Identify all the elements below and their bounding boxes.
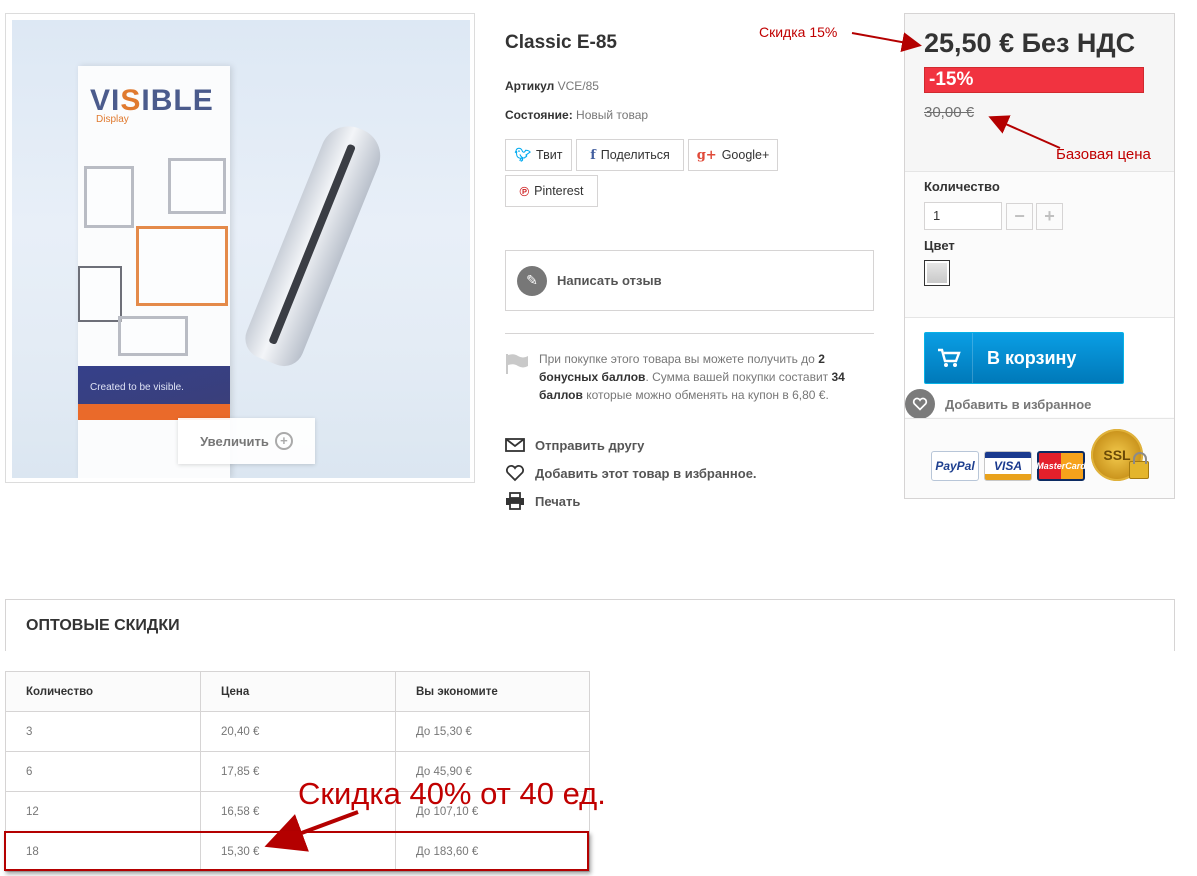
table-row: 18 15,30 € До 183,60 € bbox=[5, 831, 590, 872]
banner-decor bbox=[78, 266, 122, 322]
pencil-icon: ✎ bbox=[517, 265, 547, 296]
send-to-friend-link[interactable]: Отправить другу bbox=[505, 436, 644, 454]
paypal-logo: PayPal bbox=[931, 451, 979, 481]
annotation-bulk-discount: Скидка 40% от 40 ед. bbox=[298, 776, 606, 811]
condition-label: Состояние: bbox=[505, 108, 573, 122]
current-price: 25,50 € Без НДС bbox=[924, 28, 1136, 58]
print-link[interactable]: Печать bbox=[505, 492, 580, 510]
color-label: Цвет bbox=[924, 238, 955, 253]
rollup-banner: VISIBLE Display Created to be visible. bbox=[78, 66, 230, 478]
zoom-in-icon: + bbox=[274, 432, 293, 450]
minus-icon: − bbox=[1014, 206, 1025, 226]
banner-logo-sub: Display bbox=[96, 114, 129, 125]
flag-icon bbox=[506, 354, 528, 374]
price-panel: 25,50 € Без НДС -15% 30,00 € Количество … bbox=[904, 13, 1175, 499]
table-row: 3 20,40 € До 15,30 € bbox=[5, 711, 590, 752]
rollup-cassette bbox=[239, 117, 389, 373]
zoom-label: Увеличить bbox=[200, 433, 269, 449]
share-google-button[interactable]: g+ Google+ bbox=[688, 139, 778, 171]
sku-label: Артикул bbox=[505, 79, 555, 93]
facebook-icon: f bbox=[590, 147, 596, 163]
annotation-discount: Скидка 15% bbox=[759, 24, 838, 40]
cell-quantity: 18 bbox=[5, 831, 201, 872]
column-header-quantity: Количество bbox=[5, 671, 201, 712]
heart-icon bbox=[905, 389, 935, 419]
google-plus-icon: g+ bbox=[696, 147, 717, 163]
cell-savings: До 183,60 € bbox=[395, 831, 590, 872]
cell-price: 15,30 € bbox=[200, 831, 396, 872]
table-header-row: Количество Цена Вы экономите bbox=[5, 671, 590, 712]
quantity-decrease-button[interactable]: − bbox=[1006, 203, 1033, 230]
sku-value: VCE/85 bbox=[557, 79, 599, 93]
twitter-icon: 🐦︎ bbox=[514, 147, 532, 162]
product-image-frame[interactable]: VISIBLE Display Created to be visible. У… bbox=[5, 13, 475, 483]
cell-quantity: 12 bbox=[5, 791, 201, 832]
pinterest-icon: ℗ bbox=[519, 183, 530, 199]
cell-price: 20,40 € bbox=[200, 711, 396, 752]
banner-decor bbox=[136, 226, 228, 306]
share-pinterest-button[interactable]: ℗ Pinterest bbox=[505, 175, 598, 207]
share-facebook-button[interactable]: f Поделиться bbox=[576, 139, 684, 171]
old-price: 30,00 € bbox=[924, 104, 975, 121]
divider bbox=[505, 333, 874, 334]
heart-icon bbox=[506, 465, 524, 482]
share-twitter-button[interactable]: 🐦︎ Твит bbox=[505, 139, 572, 171]
product-condition: Состояние: Новый товар bbox=[505, 108, 648, 122]
quantity-increase-button[interactable]: + bbox=[1036, 203, 1063, 230]
product-image[interactable]: VISIBLE Display Created to be visible. У… bbox=[12, 20, 470, 478]
cell-savings: До 15,30 € bbox=[395, 711, 590, 752]
column-header-price: Цена bbox=[200, 671, 396, 712]
banner-footer: Created to be visible. bbox=[78, 366, 230, 404]
wholesale-section-header: ОПТОВЫЕ СКИДКИ bbox=[5, 599, 1175, 651]
quantity-input[interactable]: 1 bbox=[924, 202, 1002, 230]
discount-badge: -15% bbox=[924, 67, 1144, 93]
banner-decor bbox=[84, 166, 134, 228]
banner-decor bbox=[118, 316, 188, 356]
banner-logo: VISIBLE bbox=[90, 84, 214, 117]
cart-icon bbox=[925, 333, 973, 383]
add-to-wishlist-link[interactable]: Добавить этот товар в избранное. bbox=[505, 464, 757, 482]
visa-logo: VISA bbox=[984, 451, 1032, 481]
lock-icon bbox=[1129, 452, 1149, 479]
payment-logos: PayPal VISA MasterCard SSL bbox=[905, 418, 1174, 498]
annotation-base-price: Базовая цена bbox=[1056, 146, 1151, 163]
color-swatch-silver[interactable] bbox=[924, 260, 950, 286]
wholesale-title: ОПТОВЫЕ СКИДКИ bbox=[26, 617, 180, 634]
column-header-savings: Вы экономите bbox=[395, 671, 590, 712]
write-review-button[interactable]: ✎ Написать отзыв bbox=[505, 250, 874, 311]
mastercard-logo: MasterCard bbox=[1036, 451, 1086, 481]
cell-quantity: 3 bbox=[5, 711, 201, 752]
add-to-cart-button[interactable]: В корзину bbox=[924, 332, 1124, 384]
envelope-icon bbox=[505, 438, 525, 452]
printer-icon bbox=[506, 492, 524, 510]
add-to-favorites-button[interactable]: Добавить в избранное bbox=[905, 389, 1091, 419]
zoom-button[interactable]: Увеличить + bbox=[178, 418, 315, 464]
plus-icon: + bbox=[1044, 206, 1055, 226]
loyalty-program: При покупке этого товара вы можете получ… bbox=[505, 350, 877, 404]
condition-value: Новый товар bbox=[576, 108, 649, 122]
quantity-label: Количество bbox=[924, 179, 1000, 194]
wholesale-table: Количество Цена Вы экономите 3 20,40 € Д… bbox=[5, 671, 590, 872]
product-title: Classic E-85 bbox=[505, 32, 617, 53]
cell-quantity: 6 bbox=[5, 751, 201, 792]
banner-slogan: Created to be visible. bbox=[90, 382, 184, 393]
banner-decor bbox=[168, 158, 226, 214]
product-sku: Артикул VCE/85 bbox=[505, 79, 599, 93]
